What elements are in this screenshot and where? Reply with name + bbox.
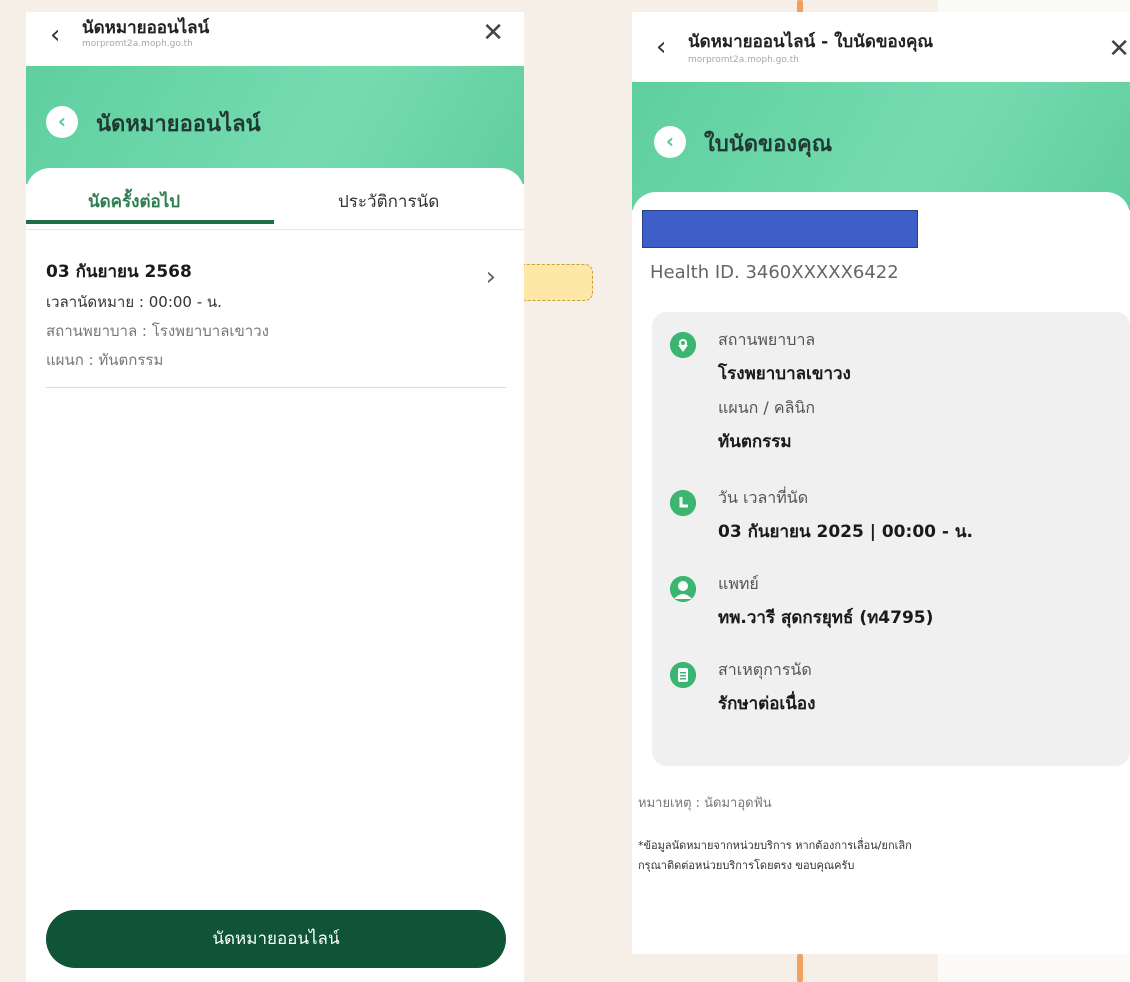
tab-bar: นัดครั้งต่อไป ประวัติการนัด — [26, 168, 524, 230]
appointment-details: สถานพยาบาล โรงพยาบาลเขาวง แผนก / คลินิก … — [652, 312, 1130, 766]
back-circle-icon[interactable]: ‹ — [46, 106, 78, 138]
slip-card: Health ID. 3460XXXXX6422 สถานพยาบาล โรงพ… — [632, 192, 1130, 954]
screen-appointment-slip: ‹ นัดหมายออนไลน์ - ใบนัดของคุณ morpromt2… — [632, 12, 1130, 954]
hospital-label: สถานพยาบาล — [718, 330, 816, 349]
content-card: นัดครั้งต่อไป ประวัติการนัด 03 กันยายน 2… — [26, 168, 524, 982]
page-title: ใบนัดของคุณ — [704, 132, 833, 157]
department-value: ทันตกรรม — [718, 432, 792, 452]
topbar-url: morpromt2a.moph.go.th — [688, 55, 799, 65]
appointment-department: แผนก : ทันตกรรม — [46, 351, 164, 369]
datetime-value: 03 กันยายน 2025 | 00:00 - น. — [718, 522, 973, 542]
location-pin-icon — [670, 332, 696, 358]
reason-label: สาเหตุการนัด — [718, 660, 812, 679]
browser-topbar: ‹ นัดหมายออนไลน์ morpromt2a.moph.go.th ✕ — [26, 12, 524, 66]
department-label: แผนก / คลินิก — [718, 398, 816, 417]
browser-topbar: ‹ นัดหมายออนไลน์ - ใบนัดของคุณ morpromt2… — [632, 12, 1130, 82]
tab-active-indicator — [26, 220, 274, 224]
page-title: นัดหมายออนไลน์ — [96, 112, 261, 137]
topbar-title: นัดหมายออนไลน์ - ใบนัดของคุณ — [688, 32, 934, 52]
connector-highlight — [522, 264, 593, 301]
topbar-title: นัดหมายออนไลน์ — [82, 18, 210, 38]
appointment-date: 03 กันยายน 2568 — [46, 262, 192, 282]
appointment-time: เวลานัดหมาย : 00:00 - น. — [46, 293, 222, 311]
topbar-url: morpromt2a.moph.go.th — [82, 39, 193, 49]
footnote-line-2: กรุณาติดต่อหน่วยบริการโดยตรง ขอบคุณครับ — [638, 859, 855, 872]
book-appointment-button[interactable]: นัดหมายออนไลน์ — [46, 910, 506, 968]
orange-divider-bottom — [797, 954, 803, 982]
chevron-right-icon[interactable]: › — [486, 262, 496, 292]
tab-appointment-history[interactable]: ประวัติการนัด — [338, 188, 439, 215]
footnote-text: *ข้อมูลนัดหมายจากหน่วยบริการ หากต้องการเ… — [638, 836, 1058, 876]
appointment-list-item[interactable]: 03 กันยายน 2568 เวลานัดหมาย : 00:00 - น.… — [46, 248, 506, 388]
tab-next-appointment[interactable]: นัดครั้งต่อไป — [88, 188, 180, 215]
appointment-hospital: สถานพยาบาล : โรงพยาบาลเขาวง — [46, 322, 269, 340]
clock-icon — [670, 490, 696, 516]
footnote-line-1: *ข้อมูลนัดหมายจากหน่วยบริการ หากต้องการเ… — [638, 839, 912, 852]
close-icon[interactable]: ✕ — [482, 18, 504, 48]
doctor-value: ทพ.วารี สุดกรยุทธ์ (ท4795) — [718, 608, 934, 628]
reason-value: รักษาต่อเนื่อง — [718, 694, 816, 714]
page-header: ‹ นัดหมายออนไลน์ — [26, 66, 524, 184]
remark-text: หมายเหตุ : นัดมาอุดฟัน — [638, 796, 772, 811]
doctor-label: แพทย์ — [718, 574, 759, 593]
hospital-value: โรงพยาบาลเขาวง — [718, 364, 851, 384]
clipboard-icon — [670, 662, 696, 688]
back-icon[interactable]: ‹ — [50, 22, 60, 48]
page-header: ‹ ใบนัดของคุณ — [632, 82, 1130, 210]
back-icon[interactable]: ‹ — [656, 34, 666, 60]
screen-appointments: ‹ นัดหมายออนไลน์ morpromt2a.moph.go.th ✕… — [26, 12, 524, 982]
back-circle-icon[interactable]: ‹ — [654, 126, 686, 158]
health-id: Health ID. 3460XXXXX6422 — [650, 262, 899, 283]
close-icon[interactable]: ✕ — [1108, 34, 1130, 64]
datetime-label: วัน เวลาที่นัด — [718, 488, 809, 507]
doctor-icon — [670, 576, 696, 602]
redacted-name — [642, 210, 918, 248]
